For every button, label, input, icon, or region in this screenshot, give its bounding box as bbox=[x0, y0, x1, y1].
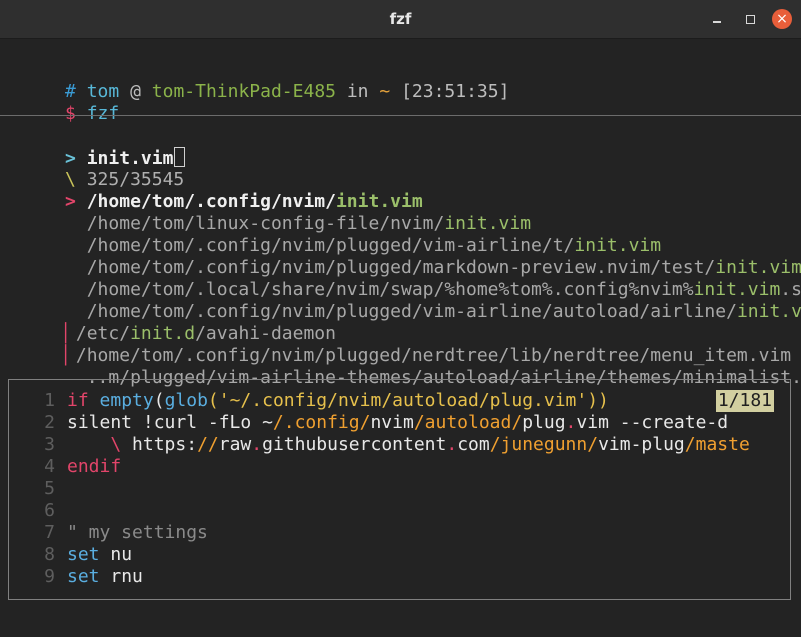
code-line: 6 bbox=[9, 500, 67, 522]
code-token: raw bbox=[218, 434, 252, 455]
code-token: silent !curl -fLo ~ bbox=[67, 412, 273, 433]
maximize-button[interactable] bbox=[740, 9, 760, 29]
code-token: if bbox=[67, 390, 89, 411]
code-token: glob bbox=[164, 390, 208, 411]
code-token: nvim bbox=[370, 412, 414, 433]
code-line: 3 \ https://raw.githubusercontent.com/ju… bbox=[9, 434, 750, 456]
code-line: 4 endif bbox=[9, 456, 121, 478]
code-token: . bbox=[251, 434, 263, 455]
command-line: $ fzf bbox=[0, 81, 119, 124]
line-number: 6 bbox=[44, 500, 55, 521]
code-token: . bbox=[565, 412, 577, 433]
line-number: 3 bbox=[44, 434, 55, 455]
result-match: init.vim bbox=[736, 301, 801, 322]
code-token: /.config/ bbox=[272, 412, 371, 433]
code-comment: " my settings bbox=[67, 522, 208, 543]
code-line: 8 set nu bbox=[9, 544, 132, 566]
result-item[interactable]: ▏/home/tom/.config/nvim/plugged/nerdtree… bbox=[0, 323, 791, 366]
fzf-top-separator bbox=[0, 115, 801, 116]
code-token: /maste bbox=[684, 434, 750, 455]
minimize-button[interactable] bbox=[707, 9, 727, 29]
code-token: \ bbox=[110, 434, 122, 455]
title-bar: fzf × bbox=[0, 0, 801, 39]
code-token: nu bbox=[99, 544, 133, 565]
code-line: 5 bbox=[9, 478, 67, 500]
terminal-content[interactable]: # tom @ tom-ThinkPad-E485 in ~ [23:51:35… bbox=[0, 39, 801, 637]
result-item[interactable]: /home/tom/.config/nvim/plugged/markdown-… bbox=[0, 235, 801, 278]
line-number: 4 bbox=[44, 456, 55, 477]
code-token: set bbox=[67, 566, 100, 587]
prompt-dollar: $ bbox=[65, 103, 76, 124]
code-token: https: bbox=[121, 434, 198, 455]
result-item[interactable]: /home/tom/linux-config-file/nvim/init.vi… bbox=[0, 191, 531, 234]
code-token: empty bbox=[99, 390, 154, 411]
code-token: vim --create-d bbox=[576, 412, 729, 433]
code-token: plug bbox=[522, 412, 566, 433]
prompt-host: tom-ThinkPad-E485 bbox=[151, 81, 336, 102]
code-token: com bbox=[457, 434, 490, 455]
code-token: vim-plug bbox=[598, 434, 685, 455]
code-token: /autoload/ bbox=[413, 412, 523, 433]
maximize-icon bbox=[745, 14, 755, 24]
preview-position-badge: 1/181 bbox=[715, 390, 774, 412]
result-item-selected[interactable]: > /home/tom/.config/nvim/init.vim bbox=[0, 169, 423, 212]
line-number: 1 bbox=[44, 390, 55, 411]
prompt-dir: ~ bbox=[379, 81, 391, 102]
terminal-window: fzf × # tom @ tom-ThinkPad-E485 in ~ [23… bbox=[0, 0, 801, 637]
code-token: /junegunn/ bbox=[489, 434, 599, 455]
code-line: 9 set rnu bbox=[9, 566, 143, 588]
code-token: endif bbox=[67, 456, 122, 477]
result-item[interactable]: ▏/etc/init.d/avahi-daemon bbox=[0, 301, 336, 344]
result-item[interactable]: /home/tom/.local/share/nvim/swap/%home%t… bbox=[0, 257, 801, 300]
fzf-info-line: \ 325/35545 bbox=[0, 147, 184, 190]
line-number: 7 bbox=[44, 522, 55, 543]
line-number: 5 bbox=[44, 478, 55, 499]
result-item[interactable]: /home/tom/.config/nvim/plugged/vim-airli… bbox=[0, 279, 801, 322]
preview-pane[interactable]: 1/181 1 if empty(glob('~/.config/nvim/aut… bbox=[8, 379, 791, 600]
result-item[interactable]: ..m/plugged/vim-airline-themes/autoload/… bbox=[0, 345, 801, 388]
line-number: 2 bbox=[44, 412, 55, 433]
code-token: . bbox=[446, 434, 458, 455]
prompt-at: @ bbox=[130, 81, 141, 102]
code-token: ( bbox=[153, 390, 165, 411]
minimize-icon bbox=[713, 21, 721, 23]
code-line: 7 " my settings bbox=[9, 522, 208, 544]
prompt-time: [23:51:35] bbox=[401, 81, 510, 102]
code-token: githubusercontent bbox=[262, 434, 447, 455]
code-line: 2 silent !curl -fLo ~/.config/nvim/autolo… bbox=[9, 412, 728, 434]
line-number: 9 bbox=[44, 566, 55, 587]
line-number: 8 bbox=[44, 544, 55, 565]
result-item[interactable]: /home/tom/.config/nvim/plugged/vim-airli… bbox=[0, 213, 661, 256]
code-token: ('~/.config/nvim/autoload/plug.vim')) bbox=[207, 390, 609, 411]
close-button[interactable]: × bbox=[772, 9, 792, 29]
prompt-line: # tom @ tom-ThinkPad-E485 in ~ [23:51:35… bbox=[0, 59, 509, 102]
command-text: fzf bbox=[86, 103, 120, 124]
code-token: set bbox=[67, 544, 100, 565]
prompt-in: in bbox=[346, 81, 369, 102]
code-token: rnu bbox=[99, 566, 143, 587]
code-line: 1 if empty(glob('~/.config/nvim/autoload/… bbox=[9, 390, 609, 412]
fzf-query-line[interactable]: > init.vim bbox=[0, 125, 186, 169]
close-icon: × bbox=[776, 10, 788, 27]
window-title: fzf bbox=[389, 10, 412, 28]
code-token: // bbox=[197, 434, 219, 455]
